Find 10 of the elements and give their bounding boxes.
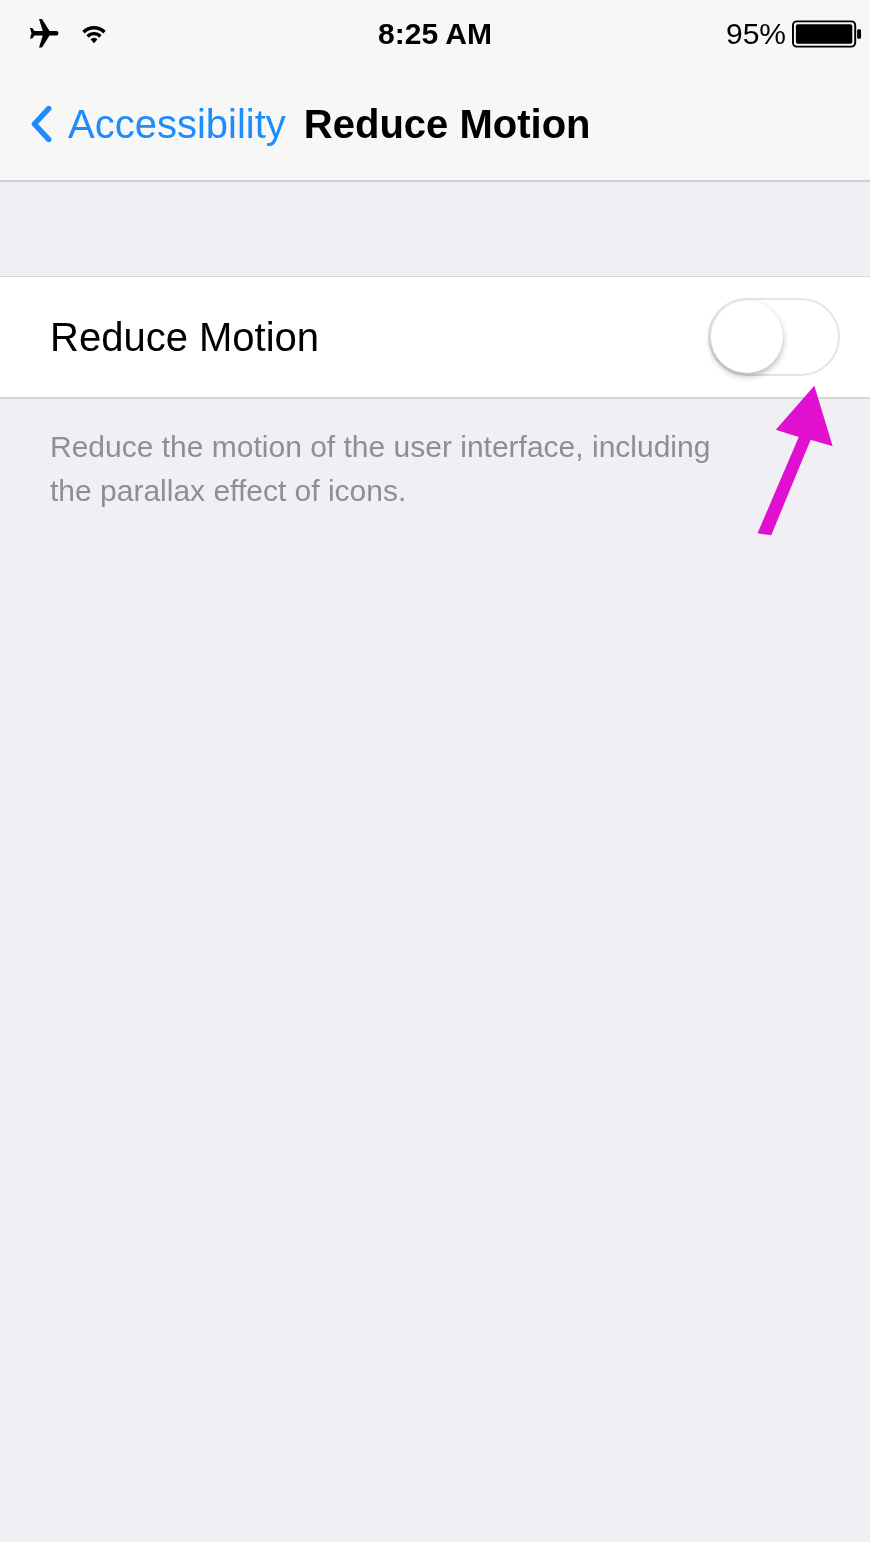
screen-title: Reduce Motion	[303, 101, 591, 147]
footer-note: Reduce the motion of the user interface, including the parallax effect of icons.	[50, 429, 712, 509]
toggle-switch[interactable]	[708, 298, 840, 376]
chevron-icon	[30, 104, 52, 144]
battery-percent: 95%	[725, 17, 786, 51]
back-button[interactable]: Accessibility	[30, 101, 286, 147]
setting-label: Reduce Motion	[50, 314, 320, 360]
status-time: 8:25 AM	[378, 17, 492, 51]
battery-icon	[792, 20, 862, 48]
wifi-icon	[80, 23, 108, 45]
